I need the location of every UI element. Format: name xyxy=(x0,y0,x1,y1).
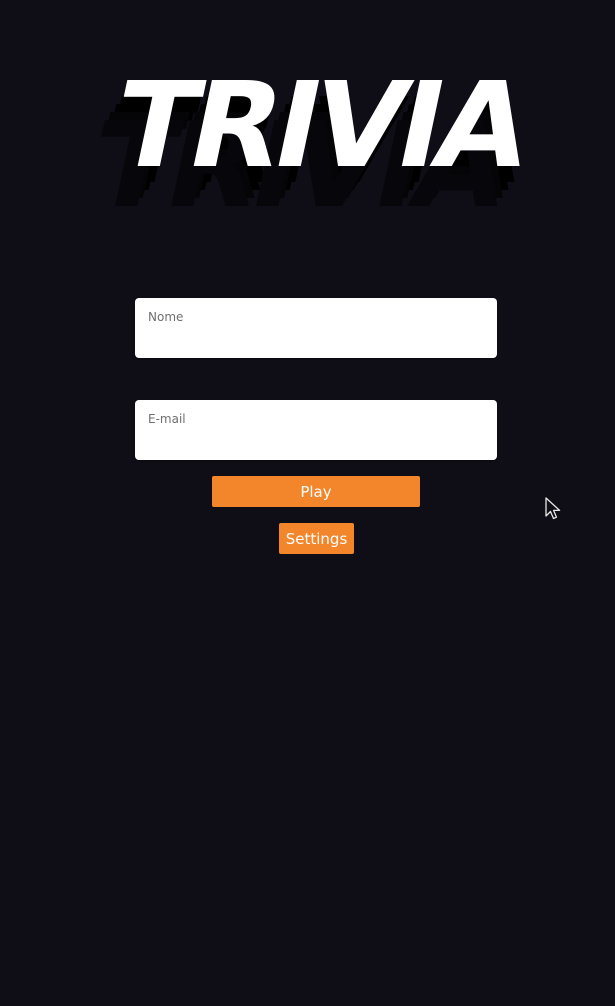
trivia-logo: TRIVIA TRIVIA TRIVIA TRIVIA TRIVIA xyxy=(95,60,535,230)
trivia-logo-graphic: TRIVIA TRIVIA TRIVIA TRIVIA TRIVIA xyxy=(95,60,535,230)
email-field-label: E-mail xyxy=(148,412,186,426)
mouse-pointer-icon xyxy=(544,497,564,521)
email-field[interactable]: E-mail xyxy=(135,400,497,460)
name-field[interactable]: Nome xyxy=(135,298,497,358)
settings-button[interactable]: Settings xyxy=(279,523,354,554)
play-button[interactable]: Play xyxy=(212,476,420,507)
logo-title: TRIVIA xyxy=(102,60,535,195)
name-field-label: Nome xyxy=(148,310,184,324)
email-input[interactable] xyxy=(147,430,485,452)
name-input[interactable] xyxy=(147,328,485,350)
